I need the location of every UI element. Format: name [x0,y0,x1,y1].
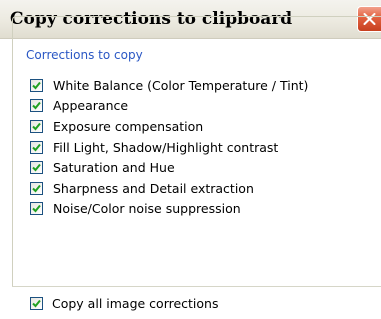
white-balance-checkbox[interactable] [30,78,43,92]
checkmark-icon [32,184,41,193]
saturation-label: Saturation and Hue [53,160,175,176]
white-balance-label: White Balance (Color Temperature / Tint) [53,77,309,93]
checkmark-icon [32,81,41,90]
saturation-checkbox[interactable] [30,161,43,175]
fill-light-checkbox[interactable] [30,140,43,154]
correction-item-sharpness[interactable]: Sharpness and Detail extraction [30,178,308,199]
groupbox-legend: Corrections to copy [22,47,147,63]
checkmark-icon [32,143,41,152]
correction-item-appearance[interactable]: Appearance [30,96,308,117]
correction-item-exposure[interactable]: Exposure compensation [30,116,308,137]
checkmark-icon [32,102,41,110]
appearance-checkbox[interactable] [30,99,43,113]
correction-item-fill-light[interactable]: Fill Light, Shadow/Highlight contrast [30,137,308,158]
copy-corrections-dialog: Copy corrections to clipboard Correction… [0,0,381,319]
copy-all-option[interactable]: Copy all image corrections [30,296,219,311]
correction-item-noise[interactable]: Noise/Color noise suppression [30,199,308,220]
corrections-list: White Balance (Color Temperature / Tint)… [30,75,308,219]
fill-light-label: Fill Light, Shadow/Highlight contrast [53,139,279,155]
checkmark-icon [32,205,41,213]
exposure-checkbox[interactable] [30,119,43,133]
correction-item-saturation[interactable]: Saturation and Hue [30,157,308,178]
correction-item-white-balance[interactable]: White Balance (Color Temperature / Tint) [30,75,308,96]
noise-checkbox[interactable] [30,202,43,216]
exposure-label: Exposure compensation [53,118,204,134]
checkmark-icon [32,299,41,308]
sharpness-checkbox[interactable] [30,181,43,195]
sharpness-label: Sharpness and Detail extraction [53,180,254,196]
checkmark-icon [32,122,41,131]
copy-all-label: Copy all image corrections [52,296,219,311]
checkmark-icon [32,164,41,172]
appearance-label: Appearance [53,98,129,114]
noise-label: Noise/Color noise suppression [53,201,241,217]
copy-all-checkbox[interactable] [30,297,43,310]
